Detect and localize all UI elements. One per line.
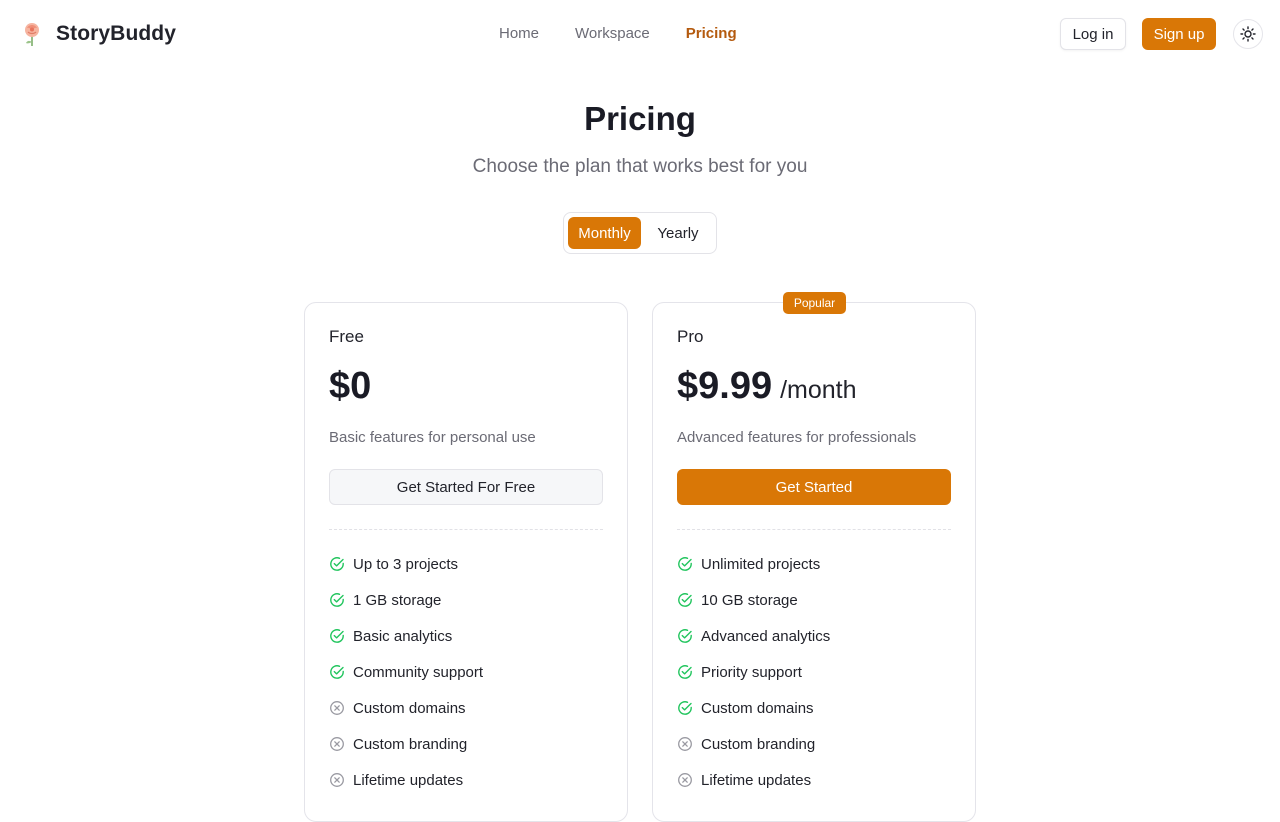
feature-label: Unlimited projects xyxy=(701,555,821,573)
page-title: Pricing xyxy=(584,100,696,137)
feature-item: 1 GB storage xyxy=(329,582,483,618)
feature-label: Lifetime updates xyxy=(701,771,812,789)
x-circle-icon xyxy=(678,773,692,787)
divider xyxy=(677,529,951,530)
feature-item: Up to 3 projects xyxy=(329,546,483,582)
feature-list: Up to 3 projects 1 GB storage Basic analyt… xyxy=(329,546,483,798)
billing-option-monthly[interactable]: Monthly xyxy=(568,217,641,249)
rose-logo-icon xyxy=(25,23,39,46)
feature-label: Community support xyxy=(353,663,484,681)
feature-label: Custom domains xyxy=(353,699,466,717)
feature-label: 1 GB storage xyxy=(353,591,442,609)
plan-price: $9.99 xyxy=(677,365,773,407)
get-started-pro-button[interactable]: Get Started xyxy=(677,469,951,505)
check-circle-icon xyxy=(330,629,344,643)
check-circle-icon xyxy=(678,557,692,571)
feature-item: Custom branding xyxy=(329,726,483,762)
theme-toggle-button[interactable] xyxy=(1233,19,1263,49)
signup-button[interactable]: Sign up xyxy=(1142,18,1216,50)
feature-item: 10 GB storage xyxy=(677,582,830,618)
feature-label: 10 GB storage xyxy=(701,591,798,609)
plan-name: Pro xyxy=(677,327,704,346)
plan-description: Advanced features for professionals xyxy=(677,429,917,446)
nav-item-workspace[interactable]: Workspace xyxy=(575,24,650,44)
feature-label: Priority support xyxy=(701,663,802,681)
plan-description: Basic features for personal use xyxy=(329,429,536,446)
feature-item: Advanced analytics xyxy=(677,618,830,654)
login-button[interactable]: Log in xyxy=(1060,18,1126,50)
feature-item: Custom domains xyxy=(677,690,830,726)
x-circle-icon xyxy=(678,737,692,751)
sun-icon xyxy=(1240,26,1256,42)
check-circle-icon xyxy=(678,593,692,607)
get-started-free-button[interactable]: Get Started For Free xyxy=(329,469,603,505)
billing-option-yearly[interactable]: Yearly xyxy=(646,217,710,249)
feature-item: Lifetime updates xyxy=(677,762,830,798)
check-circle-icon xyxy=(330,665,344,679)
feature-label: Advanced analytics xyxy=(701,627,831,645)
plan-card-free: Free $0 Basic features for personal use … xyxy=(304,302,628,822)
price-row: $9.99 /month xyxy=(677,365,857,408)
site-header: StoryBuddy Home Workspace Pricing Log in… xyxy=(0,0,1280,68)
price-row: $0 xyxy=(329,365,371,408)
plan-price: $0 xyxy=(329,365,372,407)
feature-item: Custom domains xyxy=(329,690,483,726)
feature-label: Basic analytics xyxy=(353,627,453,645)
check-circle-icon xyxy=(678,701,692,715)
feature-list: Unlimited projects 10 GB storage Advanced … xyxy=(677,546,830,798)
x-circle-icon xyxy=(330,701,344,715)
check-circle-icon xyxy=(678,629,692,643)
feature-label: Lifetime updates xyxy=(353,771,464,789)
feature-item: Priority support xyxy=(677,654,830,690)
feature-item: Unlimited projects xyxy=(677,546,830,582)
plan-name: Free xyxy=(329,327,364,346)
x-circle-icon xyxy=(330,737,344,751)
x-circle-icon xyxy=(330,773,344,787)
brand-name: StoryBuddy xyxy=(56,22,177,45)
feature-item: Basic analytics xyxy=(329,618,483,654)
plan-card-pro: Popular Pro $9.99 /month Advanced featur… xyxy=(652,292,976,822)
nav-item-pricing[interactable]: Pricing xyxy=(686,24,737,44)
check-circle-icon xyxy=(330,593,344,607)
check-circle-icon xyxy=(330,557,344,571)
feature-label: Custom branding xyxy=(701,735,816,753)
feature-label: Up to 3 projects xyxy=(353,555,459,573)
plan-period: /month xyxy=(780,376,857,404)
main-nav: Home Workspace Pricing xyxy=(499,24,773,44)
feature-item: Custom branding xyxy=(677,726,830,762)
feature-label: Custom domains xyxy=(701,699,814,717)
popular-badge: Popular xyxy=(783,292,846,314)
feature-item: Community support xyxy=(329,654,483,690)
billing-period-toggle: Monthly Yearly xyxy=(563,212,717,254)
nav-item-home[interactable]: Home xyxy=(499,24,539,44)
page-subtitle: Choose the plan that works best for you xyxy=(472,156,808,177)
brand-link[interactable]: StoryBuddy xyxy=(20,18,176,50)
divider xyxy=(329,529,603,530)
feature-label: Custom branding xyxy=(353,735,468,753)
check-circle-icon xyxy=(678,665,692,679)
feature-item: Lifetime updates xyxy=(329,762,483,798)
